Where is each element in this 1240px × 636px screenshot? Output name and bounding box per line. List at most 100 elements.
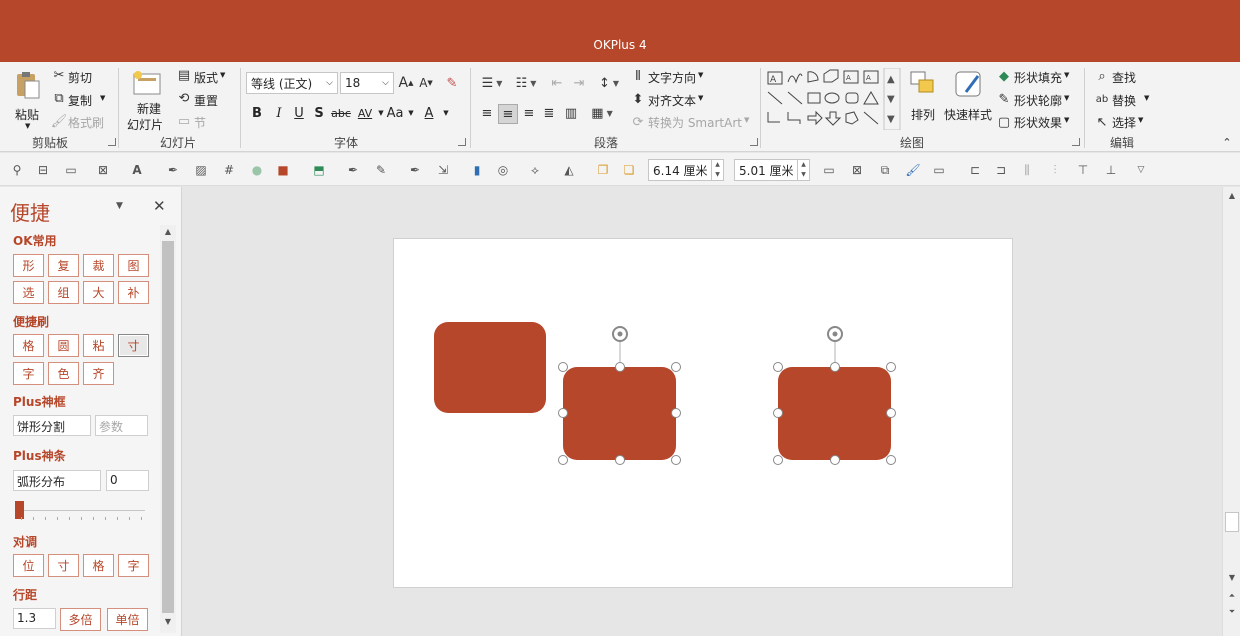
- selected-shape-2[interactable]: [773, 326, 896, 465]
- brush-icon[interactable]: 🖌: [904, 161, 922, 179]
- bullets-icon[interactable]: ☰ ▼: [478, 74, 506, 92]
- panel-scroll-thumb[interactable]: [162, 241, 174, 613]
- delete-box-icon[interactable]: ⊠: [848, 161, 866, 179]
- find-button[interactable]: 查找: [1112, 69, 1136, 86]
- shape-effects-dropdown-icon[interactable]: ▼: [1064, 116, 1069, 124]
- plus-bar-slider[interactable]: [13, 499, 147, 520]
- scroll-up-icon[interactable]: ▲: [162, 227, 174, 239]
- slide[interactable]: [393, 238, 1013, 588]
- brush-button-round[interactable]: 圆: [48, 334, 79, 357]
- width-spinner[interactable]: 6.14 厘米 ▲ ▼: [648, 159, 724, 181]
- font-size-select[interactable]: 18 ⌵: [340, 72, 394, 94]
- align-text-dropdown-icon[interactable]: ▼: [698, 94, 703, 102]
- paragraph-launcher-icon[interactable]: [750, 138, 758, 146]
- shadow-button[interactable]: S: [310, 104, 328, 122]
- select-button[interactable]: 选择: [1112, 114, 1136, 131]
- brush-button-format[interactable]: 格: [13, 334, 44, 357]
- height-spinner[interactable]: 5.01 厘米 ▲ ▼: [734, 159, 810, 181]
- distribute-v-icon[interactable]: ⫶: [1046, 161, 1064, 179]
- shrink-font-icon[interactable]: A ▼: [418, 74, 434, 92]
- arrange-button[interactable]: 排列: [906, 68, 942, 132]
- decrease-indent-icon[interactable]: ⇤: [548, 74, 566, 92]
- spinner-arrows-icon[interactable]: ▲ ▼: [797, 160, 809, 180]
- brush-button-color[interactable]: 色: [48, 362, 79, 385]
- customize-dropdown-icon[interactable]: ▽: [1132, 161, 1150, 179]
- rotation-handle-icon[interactable]: [827, 326, 843, 342]
- rotation-handle-icon[interactable]: [612, 326, 628, 342]
- paste-button[interactable]: 粘贴 ▼: [10, 68, 46, 130]
- increase-indent-icon[interactable]: ⇥: [570, 74, 588, 92]
- font-name-select[interactable]: 等线 (正文) ⌵: [246, 72, 338, 94]
- italic-button[interactable]: I: [270, 104, 288, 122]
- clear-format-icon[interactable]: ✎: [444, 74, 460, 92]
- crop-box-icon[interactable]: ▭: [820, 161, 838, 179]
- numbering-icon[interactable]: ☷ ▼: [512, 74, 540, 92]
- pen-outline-icon[interactable]: ✎: [372, 161, 390, 179]
- shapes-gallery[interactable]: A A A ▲ ▼ ▼: [766, 68, 902, 130]
- color-swatch-icon[interactable]: ■: [274, 161, 292, 179]
- picture-dropdown-icon[interactable]: ▭: [62, 161, 80, 179]
- justify-icon[interactable]: ≣: [540, 104, 558, 122]
- panel-menu-icon[interactable]: ▼: [116, 201, 123, 211]
- font-color-button[interactable]: A: [420, 104, 438, 122]
- brush-button-text[interactable]: 字: [13, 362, 44, 385]
- align-right-icon[interactable]: ≡: [520, 104, 538, 122]
- plus-frame-param-input[interactable]: 参数: [95, 415, 148, 436]
- cut-button[interactable]: 剪切: [68, 69, 92, 86]
- copy-dropdown-icon[interactable]: ▼: [100, 94, 105, 102]
- text-dropdown-icon[interactable]: ⊠: [94, 161, 112, 179]
- align-button-format[interactable]: 格: [83, 554, 114, 577]
- main-scrollbar[interactable]: ▲ ▼ ⏶ ⏷: [1222, 187, 1240, 636]
- align-left-tb-icon[interactable]: ⊏: [966, 161, 984, 179]
- bold-button[interactable]: B: [248, 104, 266, 122]
- brush-button-size[interactable]: 寸: [118, 334, 149, 357]
- plus-bar-value-input[interactable]: 0: [106, 470, 149, 491]
- distributed-icon[interactable]: ▥: [562, 104, 580, 122]
- layout-button[interactable]: 版式: [194, 69, 218, 86]
- format-icon[interactable]: ⇲: [434, 161, 452, 179]
- frame-dropdown-icon[interactable]: ▭: [930, 161, 948, 179]
- font-color-tb-icon[interactable]: A: [128, 161, 146, 179]
- collapse-ribbon-icon[interactable]: ⌃: [1220, 136, 1234, 149]
- group-icon[interactable]: ❐: [594, 161, 612, 179]
- clipboard-launcher-icon[interactable]: [108, 138, 116, 146]
- eyedropper-2-icon[interactable]: ✒: [344, 161, 362, 179]
- line-spacing-input[interactable]: 1.3: [13, 608, 56, 629]
- fill-bucket-icon[interactable]: ⬒: [310, 161, 328, 179]
- section-button[interactable]: 节: [194, 114, 206, 131]
- ok-button-copy[interactable]: 复: [48, 254, 79, 277]
- align-right-tb-icon[interactable]: ⊐: [992, 161, 1010, 179]
- spinner-arrows-icon[interactable]: ▲ ▼: [711, 160, 723, 180]
- rounded-rectangle-shape-selected[interactable]: [563, 367, 676, 460]
- select-dropdown-icon[interactable]: ▼: [1138, 116, 1143, 124]
- line-spacing-icon[interactable]: ↕ ▼: [596, 74, 622, 92]
- rounded-rectangle-shape-selected[interactable]: [778, 367, 891, 460]
- scroll-up-icon[interactable]: ▲: [1226, 191, 1238, 203]
- text-direction-button[interactable]: 文字方向: [648, 69, 696, 86]
- rounded-rectangle-shape[interactable]: [434, 322, 546, 413]
- shape-outline-button[interactable]: 形状轮廓: [1014, 92, 1062, 109]
- panel-scrollbar[interactable]: ▲ ▼: [160, 225, 176, 633]
- brush-button-paste[interactable]: 粘: [83, 334, 114, 357]
- align-text-button[interactable]: 对齐文本: [648, 92, 696, 109]
- eyedropper-3-icon[interactable]: ✒: [406, 161, 424, 179]
- ok-button-image[interactable]: 图: [118, 254, 149, 277]
- eyedropper-icon[interactable]: ✒: [164, 161, 182, 179]
- ok-button-group[interactable]: 组: [48, 281, 79, 304]
- ok-button-crop[interactable]: 裁: [83, 254, 114, 277]
- circle-icon[interactable]: ●: [248, 161, 266, 179]
- shape-fill-button[interactable]: 形状填充: [1014, 69, 1062, 86]
- plus-bar-select[interactable]: 弧形分布: [13, 470, 101, 491]
- ok-button-shape[interactable]: 形: [13, 254, 44, 277]
- change-case-dropdown-icon[interactable]: ▼: [402, 104, 420, 122]
- shape-outline-dropdown-icon[interactable]: ▼: [1064, 94, 1069, 102]
- replace-dropdown-icon[interactable]: ▼: [1144, 94, 1149, 102]
- text-direction-dropdown-icon[interactable]: ▼: [698, 71, 703, 79]
- convert-smartart-button[interactable]: 转换为 SmartArt: [648, 114, 742, 131]
- copy-format-icon[interactable]: ⧉: [876, 161, 894, 179]
- flip-icon[interactable]: ◭: [560, 161, 578, 179]
- ok-button-size[interactable]: 大: [83, 281, 114, 304]
- ok-button-select[interactable]: 选: [13, 281, 44, 304]
- image-icon[interactable]: ▨: [192, 161, 210, 179]
- grow-font-icon[interactable]: A ▲: [398, 74, 414, 92]
